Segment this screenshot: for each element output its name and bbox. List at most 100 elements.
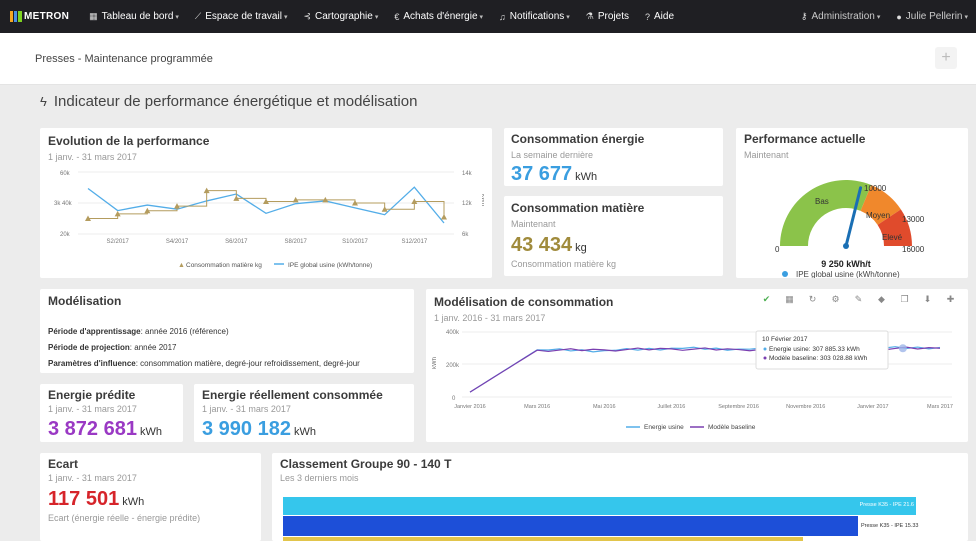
nav-projets[interactable]: ⚗ Projets [578,0,637,33]
legend-ipe: IPE global usine (kWh/tonne) [288,262,372,269]
nav-administration[interactable]: ⚷ Administration ▾ [793,0,888,33]
move-icon[interactable]: ✚ [939,294,962,305]
check-icon[interactable]: ✔ [755,294,778,305]
nav-tableau-de-bord[interactable]: ▦ Tableau de bord ▾ [81,0,187,33]
gauge-band-eleve: Elevé [882,233,903,242]
modelisation-row: Période de projection: année 2017 [48,340,406,356]
predite-title: Energie prédite [48,388,136,402]
bell-icon: ♫ [499,11,506,22]
metron-logo[interactable]: METRON [0,11,81,22]
nav-user-menu[interactable]: ● Julie Pellerin ▾ [888,0,976,33]
nav-label: Espace de travail [205,11,282,22]
dashboard-icon: ▦ [89,11,98,21]
nav-aide[interactable]: ? Aide [637,0,682,33]
bolt-icon: ϟ [40,94,47,109]
gauge-label-10000: 10000 [864,184,887,193]
pencil-icon[interactable]: ✎ [847,294,870,305]
predite-value: 3 872 681 [48,418,137,440]
ecart-panel: Ecart 1 janv. - 31 mars 2017 117 501 kWh … [40,453,261,541]
caret-down-icon: ▾ [566,13,570,21]
nav-notifications[interactable]: ♫ Notifications ▾ [491,0,578,33]
reelle-title: Energie réellement consommée [202,388,383,402]
x-tick: Mars 2016 [524,404,550,410]
evolution-subtitle: 1 janv. - 31 mars 2017 [48,152,137,162]
ecart-subtitle: 1 janv. - 31 mars 2017 [48,473,137,483]
y-right-label: kWh [480,194,484,206]
y-left-tick: 3k 40k [54,201,73,207]
nav-label: Administration [811,11,875,22]
calendar-icon[interactable]: ▦ [778,294,801,305]
energie-value: 37 677 [511,163,573,185]
gauge-band-bas: Bas [815,197,829,206]
matiere-panel: Consommation matière Maintenant 43 434 kg… [504,196,723,276]
performance-gauge: Bas Moyen Elevé 10000 13000 0 16000 9 25… [775,179,925,278]
y-tick: 200k [446,363,460,369]
nav-achats-energie[interactable]: € Achats d'énergie ▾ [386,0,491,33]
gauge-value: 9 250 kWh/t [821,259,871,269]
classement-bar-1[interactable]: Presse K35 - IPE 21.6 [283,497,916,515]
page-title-text: Indicateur de performance énergétique et… [53,93,418,110]
gauge-hub [843,243,849,249]
nav-cartographie[interactable]: ⊰ Cartographie ▾ [295,0,386,33]
matiere-subtitle: Maintenant [511,219,556,229]
copy-icon[interactable]: ❐ [893,294,916,305]
ecart-unit: kWh [122,496,145,508]
matiere-unit: kg [575,242,587,254]
logo-bars-icon [10,11,22,22]
caret-down-icon: ▾ [374,13,379,21]
nav-label: Cartographie [315,11,373,22]
predite-panel: Energie prédite 1 janv. - 31 mars 2017 3… [40,384,183,442]
reelle-unit: kWh [293,426,316,438]
caret-down-icon: ▾ [479,13,484,21]
gauge-band-bas-arc [780,179,872,246]
row-label: Paramètres d'influence [48,359,136,368]
tooltip-usine-marker [763,347,767,351]
predite-unit: kWh [139,426,162,438]
breadcrumb[interactable]: Presses - Maintenance programmée [35,53,213,65]
nav-right: ⚷ Administration ▾ ● Julie Pellerin ▾ [793,0,976,33]
row-label: Période de projection [48,343,130,352]
x-tick: S10/2017 [342,239,368,245]
download-icon[interactable]: ⬇ [916,294,939,305]
modelisation-row: Période d'apprentissage: année 2016 (réf… [48,324,406,340]
hover-point [898,344,907,353]
page-title: ϟ Indicateur de performance énergétique e… [40,93,417,110]
classement-bar-2[interactable]: Presse K35 - IPE 15.33 [283,516,918,536]
caret-down-icon: ▾ [964,13,968,21]
add-widget-button[interactable]: + [935,47,957,69]
gauge-legend-marker [782,271,788,277]
caret-down-icon: ▾ [283,13,288,21]
energie-panel: Consommation énergie La semaine dernière… [504,128,723,186]
gear-icon[interactable]: ⚙ [824,294,847,305]
tag-icon[interactable]: ◆ [870,294,893,305]
gauge-legend: IPE global usine (kWh/tonne) [796,270,900,278]
gauge-min-label: 0 [775,245,780,254]
key-icon: ⚷ [800,11,808,21]
reelle-panel: Energie réellement consommée 1 janv. - 3… [194,384,414,442]
legend-matiere-marker: ▲ [178,262,185,269]
bar-label: Presse K35 - IPE 15.33 [861,523,919,529]
line-chart-icon: ⟋ [194,11,202,21]
matiere-caption: Consommation matière kg [511,259,617,269]
refresh-icon[interactable]: ↻ [801,294,824,305]
logo-text: METRON [24,11,70,22]
x-tick: Janvier 2017 [857,404,889,410]
x-tick: Mai 2016 [593,404,616,410]
energie-subtitle: La semaine dernière [511,150,594,160]
legend-usine: Energie usine [644,424,684,431]
modelisation-row: Paramètres d'influence: consommation mat… [48,356,406,372]
nav-label: Tableau de bord [101,11,174,22]
performance-panel: Performance actuelle Maintenant Bas Moye… [736,128,968,278]
y-tick: 0 [452,396,456,402]
evolution-chart: 60k 3k 40k 20k 14k 12k 6k kWh S2/2017 S4/… [54,171,484,269]
ecart-caption: Ecart (énergie réelle - énergie prédite) [48,513,201,523]
conso-model-chart: 400k 200k 0 kWh Janvier 2016 Mars 2016 Mai… [432,330,953,431]
x-tick: S6/2017 [225,239,248,245]
tooltip-date: 10 Février 2017 [762,336,808,343]
plus-icon: + [941,49,951,66]
x-tick: S12/2017 [401,239,427,245]
euro-icon: € [394,11,400,22]
flask-icon: ⚗ [585,11,594,21]
nav-label: Projets [597,11,629,22]
nav-espace-de-travail[interactable]: ⟋ Espace de travail ▾ [187,0,296,33]
